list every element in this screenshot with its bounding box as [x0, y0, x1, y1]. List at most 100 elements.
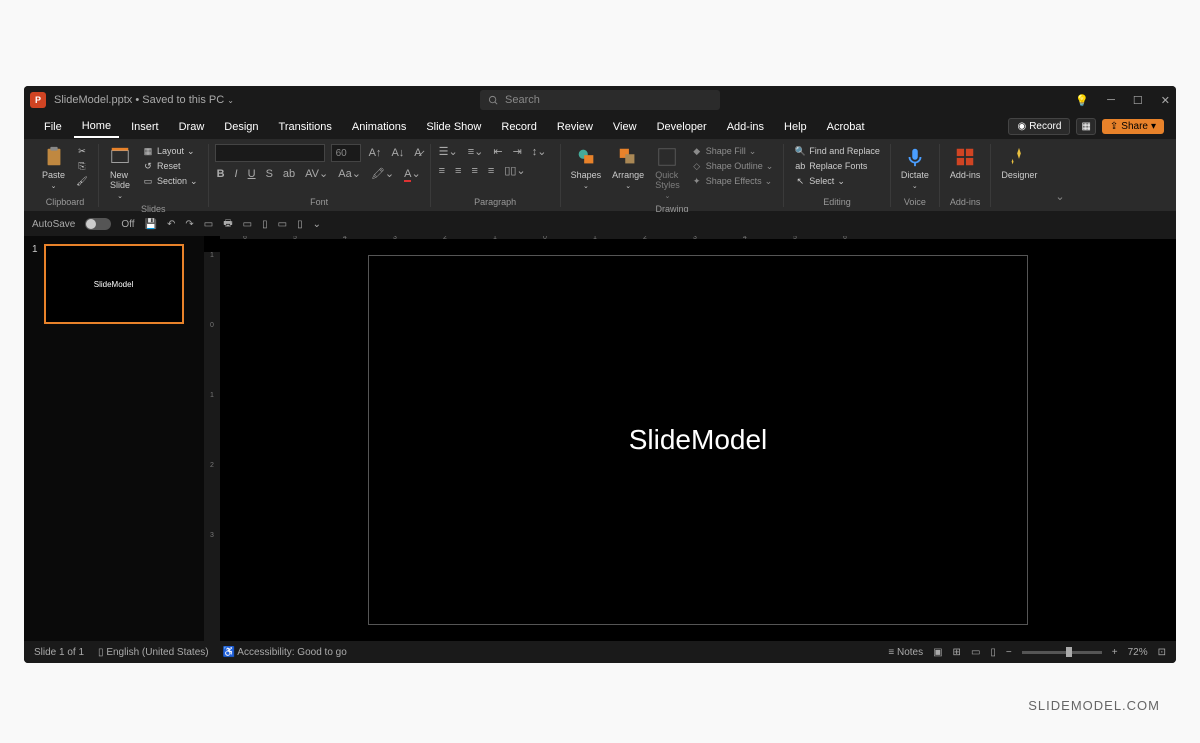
ribbon: Paste⌄ ✂ ⎘ 🖌 Clipboard New Slide⌄ ▦Layou… — [24, 140, 1176, 212]
find-button[interactable]: 🔍Find and Replace — [790, 144, 884, 158]
tab-acrobat[interactable]: Acrobat — [819, 117, 873, 137]
bold-button[interactable]: B — [215, 167, 227, 181]
line-spacing-button[interactable]: ↕⌄ — [530, 144, 549, 159]
slide-thumbnails[interactable]: 1 SlideModel — [24, 236, 204, 641]
numbering-button[interactable]: ≡⌄ — [466, 144, 486, 159]
language-button[interactable]: ▯ English (United States) — [98, 647, 209, 658]
tab-home[interactable]: Home — [74, 116, 119, 138]
indent-in-button[interactable]: ⇥ — [511, 144, 524, 159]
columns-button[interactable]: ▯▯⌄ — [502, 163, 527, 178]
qat-print-button[interactable]: 🖶 — [223, 216, 232, 233]
shape-effects-button[interactable]: ✦Shape Effects ⌄ — [687, 174, 778, 188]
close-button[interactable]: ✕ — [1161, 94, 1170, 107]
tab-draw[interactable]: Draw — [171, 117, 213, 137]
tab-file[interactable]: File — [36, 117, 70, 137]
shape-fill-button[interactable]: ◆Shape Fill ⌄ — [687, 144, 778, 158]
vertical-ruler[interactable]: 10123 — [204, 252, 220, 641]
increase-font-button[interactable]: A↑ — [367, 146, 384, 160]
highlight-button[interactable]: 🖍⌄ — [369, 166, 396, 181]
tab-slideshow[interactable]: Slide Show — [418, 117, 489, 137]
justify-button[interactable]: ≡ — [486, 164, 496, 178]
lightbulb-icon[interactable]: 💡 — [1075, 94, 1089, 107]
clear-format-button[interactable]: A̷ — [412, 146, 423, 160]
menu-tabs: File Home Insert Draw Design Transitions… — [24, 114, 1176, 140]
search-input[interactable]: Search — [480, 90, 720, 110]
strike-button[interactable]: S — [264, 167, 275, 181]
slide-counter[interactable]: Slide 1 of 1 — [34, 647, 84, 658]
decrease-font-button[interactable]: A↓ — [389, 146, 406, 160]
dictate-button[interactable]: Dictate⌄ — [897, 144, 933, 192]
qat-item-6[interactable]: ▭ — [243, 219, 252, 230]
zoom-in-button[interactable]: + — [1112, 647, 1118, 658]
zoom-slider[interactable] — [1022, 651, 1102, 654]
reading-view-button[interactable]: ▭ — [971, 647, 980, 658]
normal-view-button[interactable]: ▣ — [933, 647, 942, 658]
qat-slideshow-button[interactable]: ▭ — [204, 219, 213, 230]
tab-insert[interactable]: Insert — [123, 117, 167, 137]
tab-design[interactable]: Design — [216, 117, 266, 137]
collapse-ribbon-button[interactable]: ⌄ — [1051, 186, 1068, 207]
qat-item-8[interactable]: ▭ — [278, 219, 287, 230]
zoom-level[interactable]: 72% — [1128, 647, 1148, 658]
slideshow-view-button[interactable]: ▯ — [990, 647, 996, 658]
record-button[interactable]: ◉ Record — [1008, 118, 1070, 135]
designer-button[interactable]: Designer — [997, 144, 1041, 182]
align-right-button[interactable]: ≡ — [469, 164, 479, 178]
save-button[interactable]: 💾 — [145, 219, 157, 230]
thumbnail-1[interactable]: 1 SlideModel — [32, 244, 196, 324]
replace-fonts-button[interactable]: abReplace Fonts — [790, 159, 884, 173]
maximize-button[interactable]: ☐ — [1133, 94, 1143, 107]
tab-transitions[interactable]: Transitions — [271, 117, 340, 137]
minimize-button[interactable]: ─ — [1107, 94, 1115, 106]
qat-item-7[interactable]: ▯ — [262, 219, 268, 230]
underline-button[interactable]: U — [246, 167, 258, 181]
undo-button[interactable]: ↶ — [167, 219, 175, 230]
font-color-button[interactable]: A⌄ — [402, 166, 423, 181]
font-size-select[interactable] — [331, 144, 361, 162]
copy-button[interactable]: ⎘ — [72, 159, 92, 173]
autosave-toggle[interactable] — [85, 218, 111, 230]
share-button[interactable]: ⇪ Share ▾ — [1102, 119, 1164, 134]
slide-canvas[interactable]: SlideModel — [368, 255, 1028, 625]
align-left-button[interactable]: ≡ — [437, 164, 447, 178]
shape-outline-button[interactable]: ◇Shape Outline ⌄ — [687, 159, 778, 173]
qat-item-9[interactable]: ▯ — [297, 219, 303, 230]
reset-button[interactable]: ↺Reset — [138, 159, 202, 173]
select-button[interactable]: ↖Select ⌄ — [790, 174, 884, 188]
shapes-button[interactable]: Shapes⌄ — [567, 144, 606, 192]
spacing-button[interactable]: AV⌄ — [303, 166, 330, 181]
tab-addins[interactable]: Add-ins — [719, 117, 772, 137]
indent-out-button[interactable]: ⇤ — [491, 144, 504, 159]
tab-record[interactable]: Record — [493, 117, 544, 137]
font-family-select[interactable] — [215, 144, 325, 162]
horizontal-ruler[interactable]: 6543210123456 — [220, 236, 1176, 239]
presenter-button[interactable]: ▦ — [1076, 118, 1095, 135]
notes-button[interactable]: ≡ Notes — [888, 647, 923, 658]
tab-review[interactable]: Review — [549, 117, 601, 137]
paste-button[interactable]: Paste⌄ — [38, 144, 69, 192]
zoom-out-button[interactable]: − — [1006, 647, 1012, 658]
shadow-button[interactable]: ab — [281, 167, 297, 181]
arrange-button[interactable]: Arrange⌄ — [608, 144, 648, 192]
qat-more-button[interactable]: ⌄ — [313, 219, 321, 230]
section-button[interactable]: ▭Section ⌄ — [138, 174, 202, 188]
tab-animations[interactable]: Animations — [344, 117, 414, 137]
format-painter-button[interactable]: 🖌 — [72, 174, 92, 188]
redo-button[interactable]: ↷ — [185, 219, 193, 230]
italic-button[interactable]: I — [233, 167, 240, 181]
tab-help[interactable]: Help — [776, 117, 815, 137]
tab-developer[interactable]: Developer — [649, 117, 715, 137]
tab-view[interactable]: View — [605, 117, 645, 137]
case-button[interactable]: Aa⌄ — [336, 166, 363, 181]
align-center-button[interactable]: ≡ — [453, 164, 463, 178]
fit-button[interactable]: ⊡ — [1158, 647, 1166, 658]
sorter-view-button[interactable]: ⊞ — [953, 647, 961, 658]
quick-styles-button[interactable]: Quick Styles⌄ — [651, 144, 684, 202]
layout-button[interactable]: ▦Layout ⌄ — [138, 144, 202, 158]
addins-button[interactable]: Add-ins — [946, 144, 985, 182]
group-designer: Designer — [991, 144, 1047, 207]
accessibility-button[interactable]: ♿ Accessibility: Good to go — [223, 647, 347, 658]
new-slide-button[interactable]: New Slide⌄ — [105, 144, 135, 202]
cut-button[interactable]: ✂ — [72, 144, 92, 158]
bullets-button[interactable]: ☰⌄ — [437, 144, 460, 159]
